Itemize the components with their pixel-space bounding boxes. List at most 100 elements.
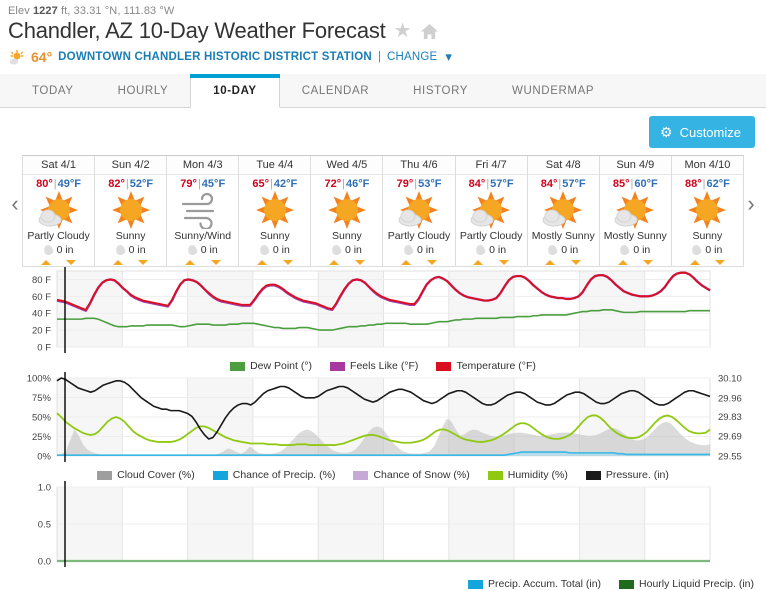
forecast-card[interactable]: Mon 4/10 88°|62°F Sunny 0 in [671, 156, 743, 266]
forecast-precip-value: 0 in [128, 244, 146, 256]
tab-calendar[interactable]: CALENDAR [280, 74, 391, 107]
forecast-precip-value: 0 in [417, 244, 434, 256]
temperature-chart[interactable]: 0 F 20 F 40 F 60 F 80 F Dew Point (°) Feels L… [0, 265, 766, 372]
forecast-unit: F [506, 178, 514, 190]
svg-text:40 F: 40 F [32, 309, 51, 320]
customize-button[interactable]: ⚙ Customize [649, 116, 755, 148]
wind-icon [173, 191, 233, 231]
elevation-value: 1227 [32, 5, 58, 17]
star-icon[interactable]: ★ [394, 21, 412, 41]
forecast-card[interactable]: Sat 4/1 80°|49°F Partly Cloudy 0 in [23, 156, 96, 266]
forecast-card[interactable]: Thu 4/6 79°|53°F Partly Cloudy 0 in [383, 156, 456, 266]
forecast-low: 52° [129, 178, 147, 190]
triangle-up-icon [401, 260, 412, 265]
conditions-chart[interactable]: 0% 25% 50% 75% 100% 29.55 29.69 29.83 29.96 30.10… [0, 372, 766, 481]
forecast-card[interactable]: Wed 4/5 72°|46°F Sunny 0 in [311, 156, 384, 266]
forecast-card[interactable]: Sun 4/9 85°|60°F Mostly Sunny 0 in [599, 156, 672, 266]
forecast-precip-value: 0 in [705, 244, 723, 256]
svg-text:29.83: 29.83 [718, 412, 742, 423]
forecast-unit: F [218, 178, 226, 190]
forecast-condition: Mostly Sunny [603, 230, 667, 242]
forecast-date: Sun 4/2 [95, 156, 167, 175]
legend-item[interactable]: Hourly Liquid Precip. (in) [619, 578, 754, 590]
water-drop-icon [692, 244, 701, 256]
tab-today[interactable]: TODAY [10, 74, 96, 107]
forecast-low: 62° [706, 178, 724, 190]
current-condition-icon [9, 50, 25, 65]
forecast-precip: 0 in [116, 244, 146, 256]
forecast-high: 82° [108, 178, 125, 190]
legend-item[interactable]: Cloud Cover (%) [97, 469, 195, 481]
legend-item[interactable]: Chance of Snow (%) [353, 469, 470, 481]
sunny-icon [101, 191, 161, 229]
forecast-precip: 0 in [44, 244, 74, 256]
forecast-precip: 0 in [332, 244, 362, 256]
partly-cloudy-icon [605, 191, 665, 229]
trend-arrows [672, 260, 743, 265]
forecast-card[interactable]: Sun 4/2 82°|52°F Sunny 0 in [95, 156, 168, 266]
forecast-temps: 72°|46°F [324, 178, 370, 190]
legend-item[interactable]: Dew Point (°) [230, 360, 312, 372]
station-name[interactable]: DOWNTOWN CHANDLER HISTORIC DISTRICT STAT… [58, 51, 372, 63]
forecast-condition: Mostly Sunny [531, 230, 595, 242]
legend-swatch [97, 470, 113, 480]
forecast-condition: Sunny [115, 230, 146, 242]
forecast-card[interactable]: Mon 4/3 79°|45°F Sunny/Wind 0 in [167, 156, 240, 266]
forecast-date: Fri 4/7 [455, 156, 527, 175]
triangle-up-icon [257, 260, 268, 265]
customize-button-label: Customize [679, 124, 741, 140]
forecast-condition: Partly Cloudy [459, 230, 523, 242]
trend-arrows [23, 260, 94, 265]
legend-label: Dew Point (°) [250, 360, 313, 372]
legend-label: Chance of Snow (%) [373, 469, 470, 481]
forecast-temps: 79°|45°F [180, 178, 226, 190]
water-drop-icon [548, 244, 557, 256]
partly-cloudy-icon [389, 191, 449, 229]
precipitation-chart[interactable]: 0.0 0.5 1.0 Precip. Accum. Total (in) Hourl… [0, 481, 766, 590]
legend-swatch [619, 579, 635, 589]
forecast-unit: F [434, 178, 442, 190]
legend-item[interactable]: Chance of Precip. (%) [212, 469, 335, 481]
legend-item[interactable]: Feels Like (°F) [330, 360, 418, 372]
triangle-down-icon [138, 260, 149, 265]
forecast-temps: 82°|52°F [108, 178, 154, 190]
forecast-low: 49° [57, 178, 75, 190]
forecast-unit: F [290, 178, 298, 190]
toolbar: ⚙ Customize [0, 108, 766, 155]
forecast-high: 85° [612, 178, 630, 190]
svg-text:29.69: 29.69 [718, 432, 742, 443]
forecast-low: 57° [490, 178, 507, 190]
svg-text:60 F: 60 F [32, 292, 51, 303]
forecast-temps: 85°|60°F [612, 178, 658, 190]
forecast-precip: 0 in [692, 244, 722, 256]
tab-hourly[interactable]: HOURLY [96, 74, 191, 107]
triangle-down-icon [282, 260, 293, 265]
home-icon[interactable] [420, 23, 439, 40]
tab-history[interactable]: HISTORY [391, 74, 490, 107]
precipitation-chart-legend: Precip. Accum. Total (in) Hourly Liquid P… [0, 578, 766, 590]
triangle-down-icon [354, 260, 365, 265]
legend-item[interactable]: Humidity (%) [487, 469, 568, 481]
triangle-down-icon [498, 260, 509, 265]
change-station-link[interactable]: CHANGE [387, 51, 437, 63]
forecast-condition: Sunny [692, 230, 723, 242]
tab-wundermap[interactable]: WUNDERMAP [490, 74, 616, 107]
forecast-high: 80° [36, 178, 53, 190]
legend-item[interactable]: Precip. Accum. Total (in) [468, 578, 601, 590]
forecast-precip: 0 in [260, 244, 290, 256]
forecast-date: Sat 4/1 [23, 156, 95, 175]
forecast-unit: F [723, 178, 730, 190]
legend-label: Precip. Accum. Total (in) [488, 578, 602, 590]
elevation-coords: ft, 33.31 °N, 111.83 °W [57, 5, 175, 17]
chevron-down-icon[interactable]: ▾ [445, 49, 452, 65]
forecast-card[interactable]: Fri 4/7 84°|57°F Partly Cloudy 0 in [455, 156, 528, 266]
tab-10-day[interactable]: 10-DAY [190, 74, 281, 108]
forecast-card[interactable]: Sat 4/8 84°|57°F Mostly Sunny 0 in [527, 156, 600, 266]
legend-item[interactable]: Pressure. (in) [585, 469, 669, 481]
forecast-date: Tue 4/4 [239, 156, 311, 175]
forecast-high: 65° [252, 178, 270, 190]
legend-item[interactable]: Temperature (°F) [436, 360, 536, 372]
forecast-card[interactable]: Tue 4/4 65°|42°F Sunny 0 in [239, 156, 312, 266]
forecast-precip-value: 0 in [272, 244, 290, 256]
trend-arrows [95, 260, 166, 265]
